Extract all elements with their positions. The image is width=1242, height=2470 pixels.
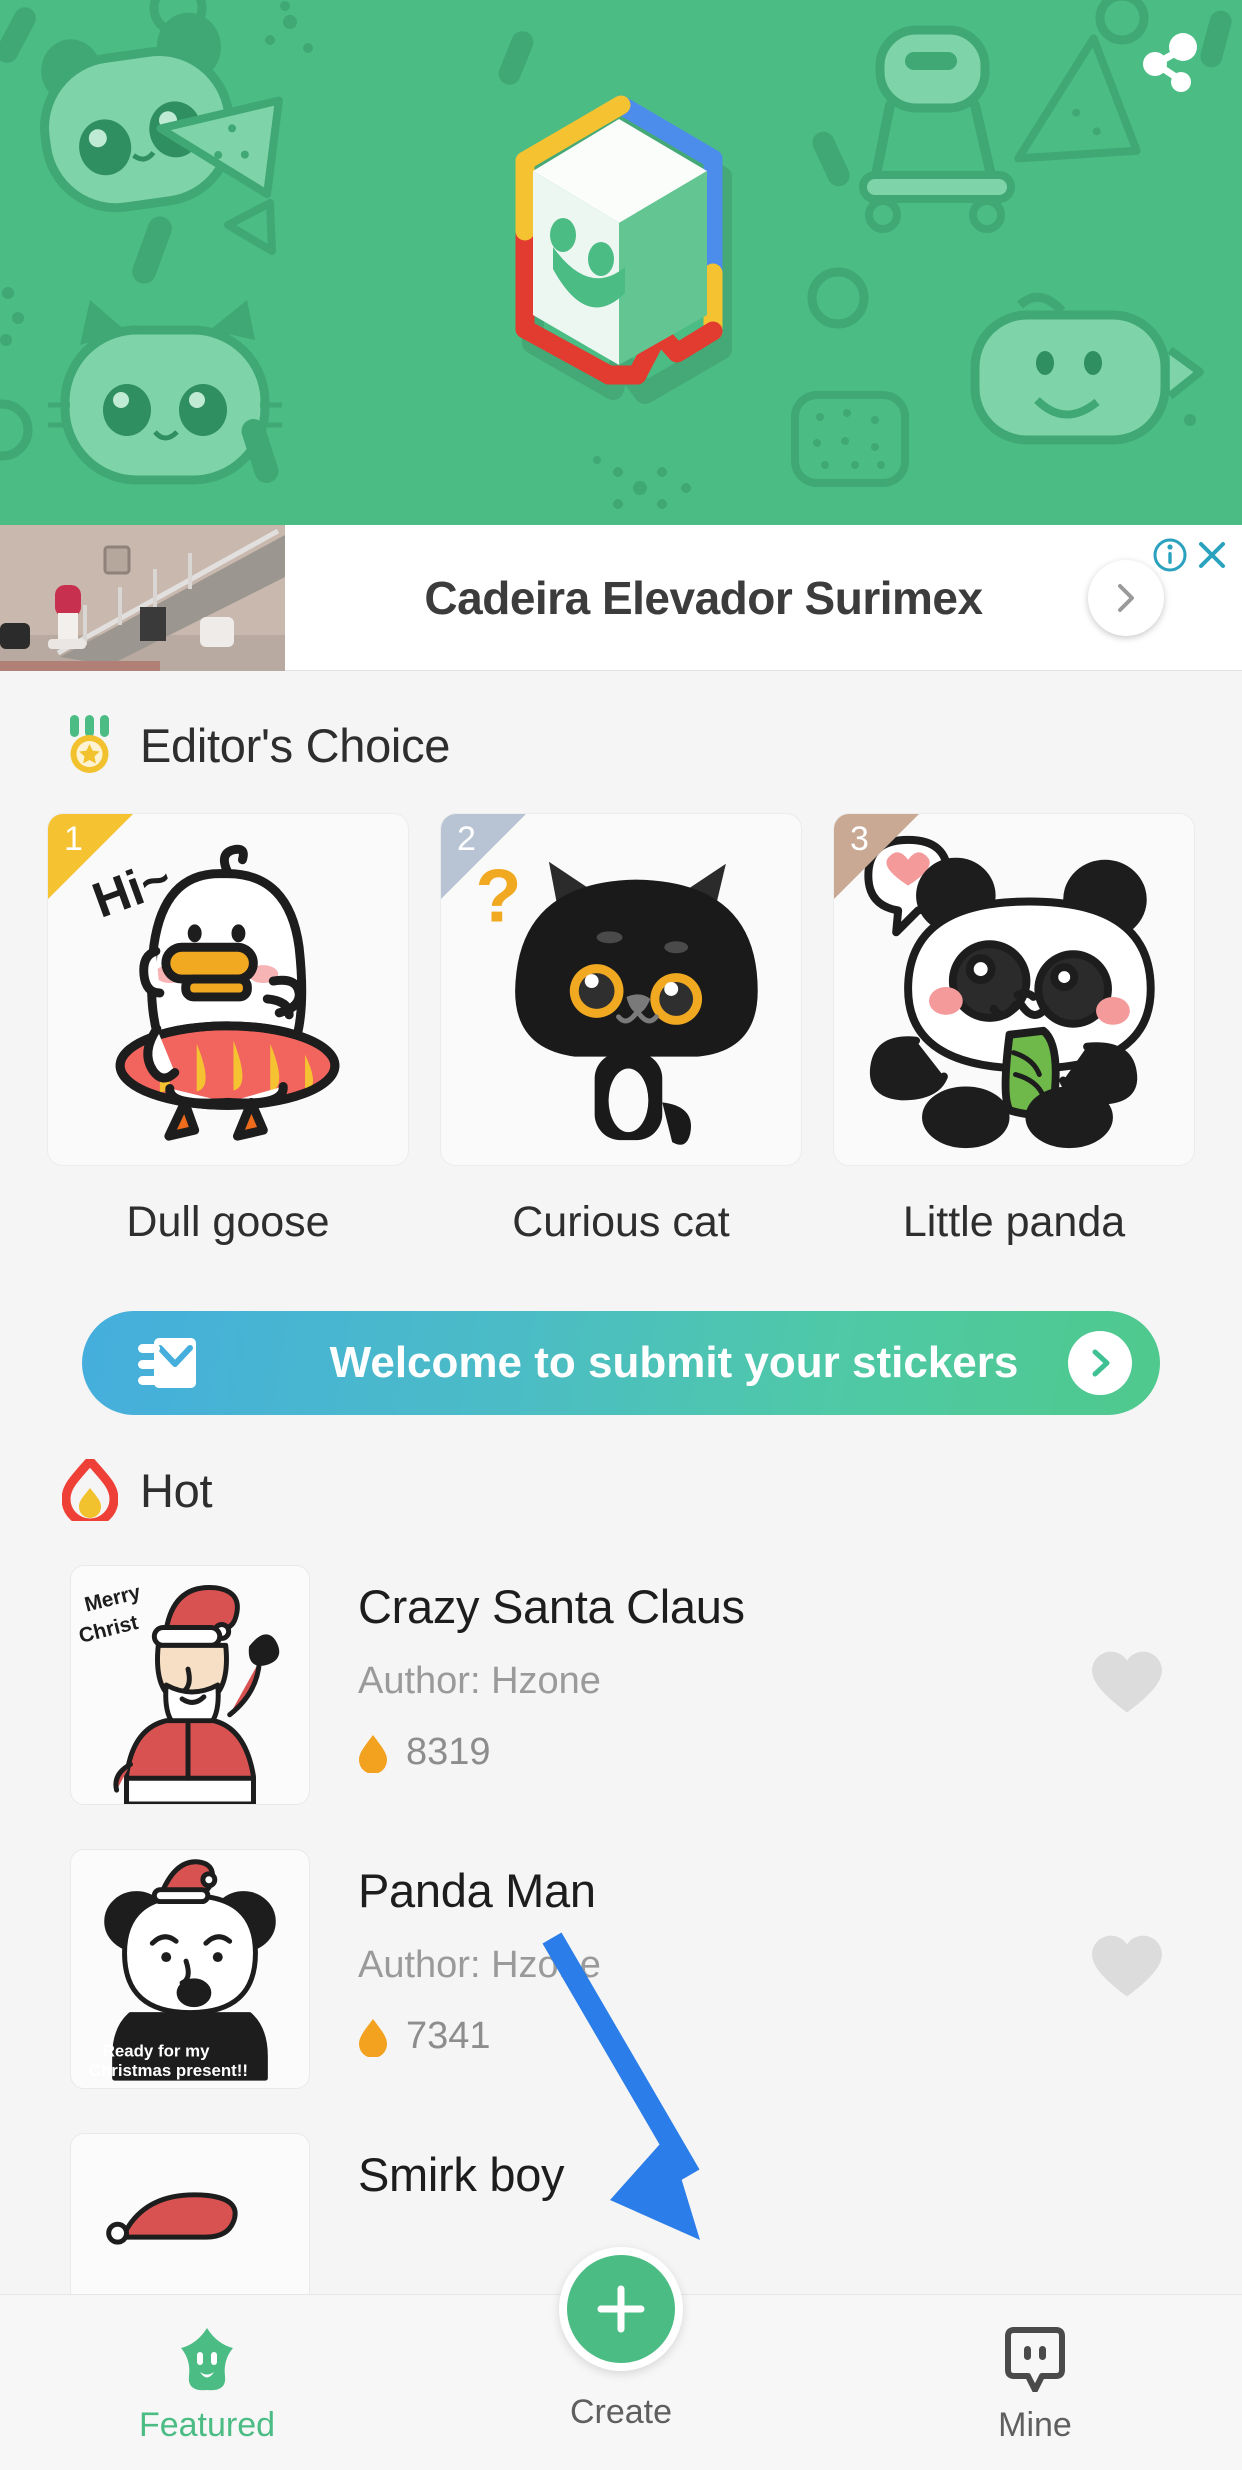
sticker-card-little-panda[interactable]: 3 [833,813,1195,1166]
info-icon [1153,538,1187,572]
sticker-thumbnail[interactable]: Merry Christ [70,1565,310,1805]
sticker-name: Smirk boy [358,2148,565,2201]
rank-ribbon [48,814,133,899]
chevron-right-icon [1118,583,1134,612]
nav-item-featured[interactable]: Featured [0,2295,414,2470]
hot-header: Hot [0,1415,1242,1521]
hero-banner [0,0,1242,525]
nav-label-create: Create [569,2393,673,2431]
sticker-popularity: 7341 [358,2015,1242,2058]
editors-choice-item[interactable]: 3 Little panda [833,813,1195,1247]
rank-number: 2 [457,820,476,858]
list-item[interactable]: Ready for my Christmas present!! Panda M… [0,1827,1242,2111]
favorite-button[interactable] [1090,1649,1164,1722]
ad-image [0,524,285,671]
panda-man-art: Ready for my Christmas present!! [89,1859,276,2081]
sticker-popularity: 8319 [358,1731,1242,1774]
heart-icon [1092,1651,1162,1713]
medal-star-icon [70,715,109,773]
nav-label-mine: Mine [998,2406,1072,2444]
submit-banner-label: Welcome to submit your stickers [329,1338,1019,1387]
rank-number: 1 [64,820,83,858]
santa-art: Merry Christ [76,1581,280,1804]
app-logo [441,83,801,443]
svg-text:Ready for my: Ready for my [103,2041,210,2060]
ad-close-button[interactable] [1190,533,1234,582]
nav-item-create[interactable]: Create [414,2247,828,2470]
rank-ribbon [441,814,526,899]
bottom-navigation: Featured Create Mine [0,2247,1242,2470]
submit-stickers-banner[interactable]: Welcome to submit your stickers [82,1311,1160,1415]
svg-text:Christ: Christ [76,1611,140,1648]
star-face-icon [181,2328,233,2391]
sticker-name: Crazy Santa Claus [358,1580,745,1633]
close-icon [1199,542,1225,568]
editors-choice-header: Editor's Choice [0,671,1242,775]
editors-choice-item[interactable]: 1 Hi~ Dull goose [47,813,409,1247]
rank-ribbon [834,814,919,899]
nav-label-featured: Featured [138,2406,276,2444]
nav-item-mine[interactable]: Mine [828,2295,1242,2470]
heart-icon [1092,1935,1162,1997]
speech-bubble-face-icon [1005,2327,1065,2392]
hot-title: Hot [140,1463,213,1517]
plus-icon [597,2285,645,2333]
editors-choice-list: 1 Hi~ Dull goose 2 ? Curious cat 3 Littl… [0,775,1242,1247]
sticker-card-curious-cat[interactable]: 2 ? [440,813,802,1166]
flame-icon [359,2018,387,2057]
submit-banner-arrow-button[interactable] [1068,1331,1132,1395]
sticker-name: Dull goose [126,1198,330,1246]
sticker-thumbnail[interactable]: Ready for my Christmas present!! [70,1849,310,2089]
sticker-count: 7341 [406,2015,491,2057]
list-item[interactable]: Merry Christ Crazy Santa Claus Author: H… [0,1543,1242,1827]
sticker-info: Smirk boy [358,2133,1242,2202]
flame-icon [359,1734,387,1773]
favorite-button[interactable] [1090,1933,1164,2006]
editors-choice-item[interactable]: 2 ? Curious cat [440,813,802,1247]
sticker-card-dull-goose[interactable]: 1 Hi~ [47,813,409,1166]
share-button[interactable] [1128,22,1212,106]
ad-image-art [0,524,285,671]
create-button[interactable] [559,2247,683,2371]
sticker-name: Panda Man [358,1864,596,1917]
ad-banner[interactable]: Cadeira Elevador Surimex [0,524,1242,671]
sticker-name: Curious cat [512,1198,730,1246]
svg-text:Christmas present!!: Christmas present!! [89,2061,248,2080]
sticker-name: Little panda [902,1198,1126,1246]
chevron-right-icon [1092,1349,1110,1377]
flame-icon [62,1459,118,1521]
cube-smiley-logo-icon [515,95,732,404]
sticker-count: 8319 [406,1731,491,1773]
editors-choice-title: Editor's Choice [140,718,451,772]
share-icon [1143,33,1197,92]
rank-number: 3 [850,820,869,858]
ad-info-button[interactable] [1150,535,1190,580]
